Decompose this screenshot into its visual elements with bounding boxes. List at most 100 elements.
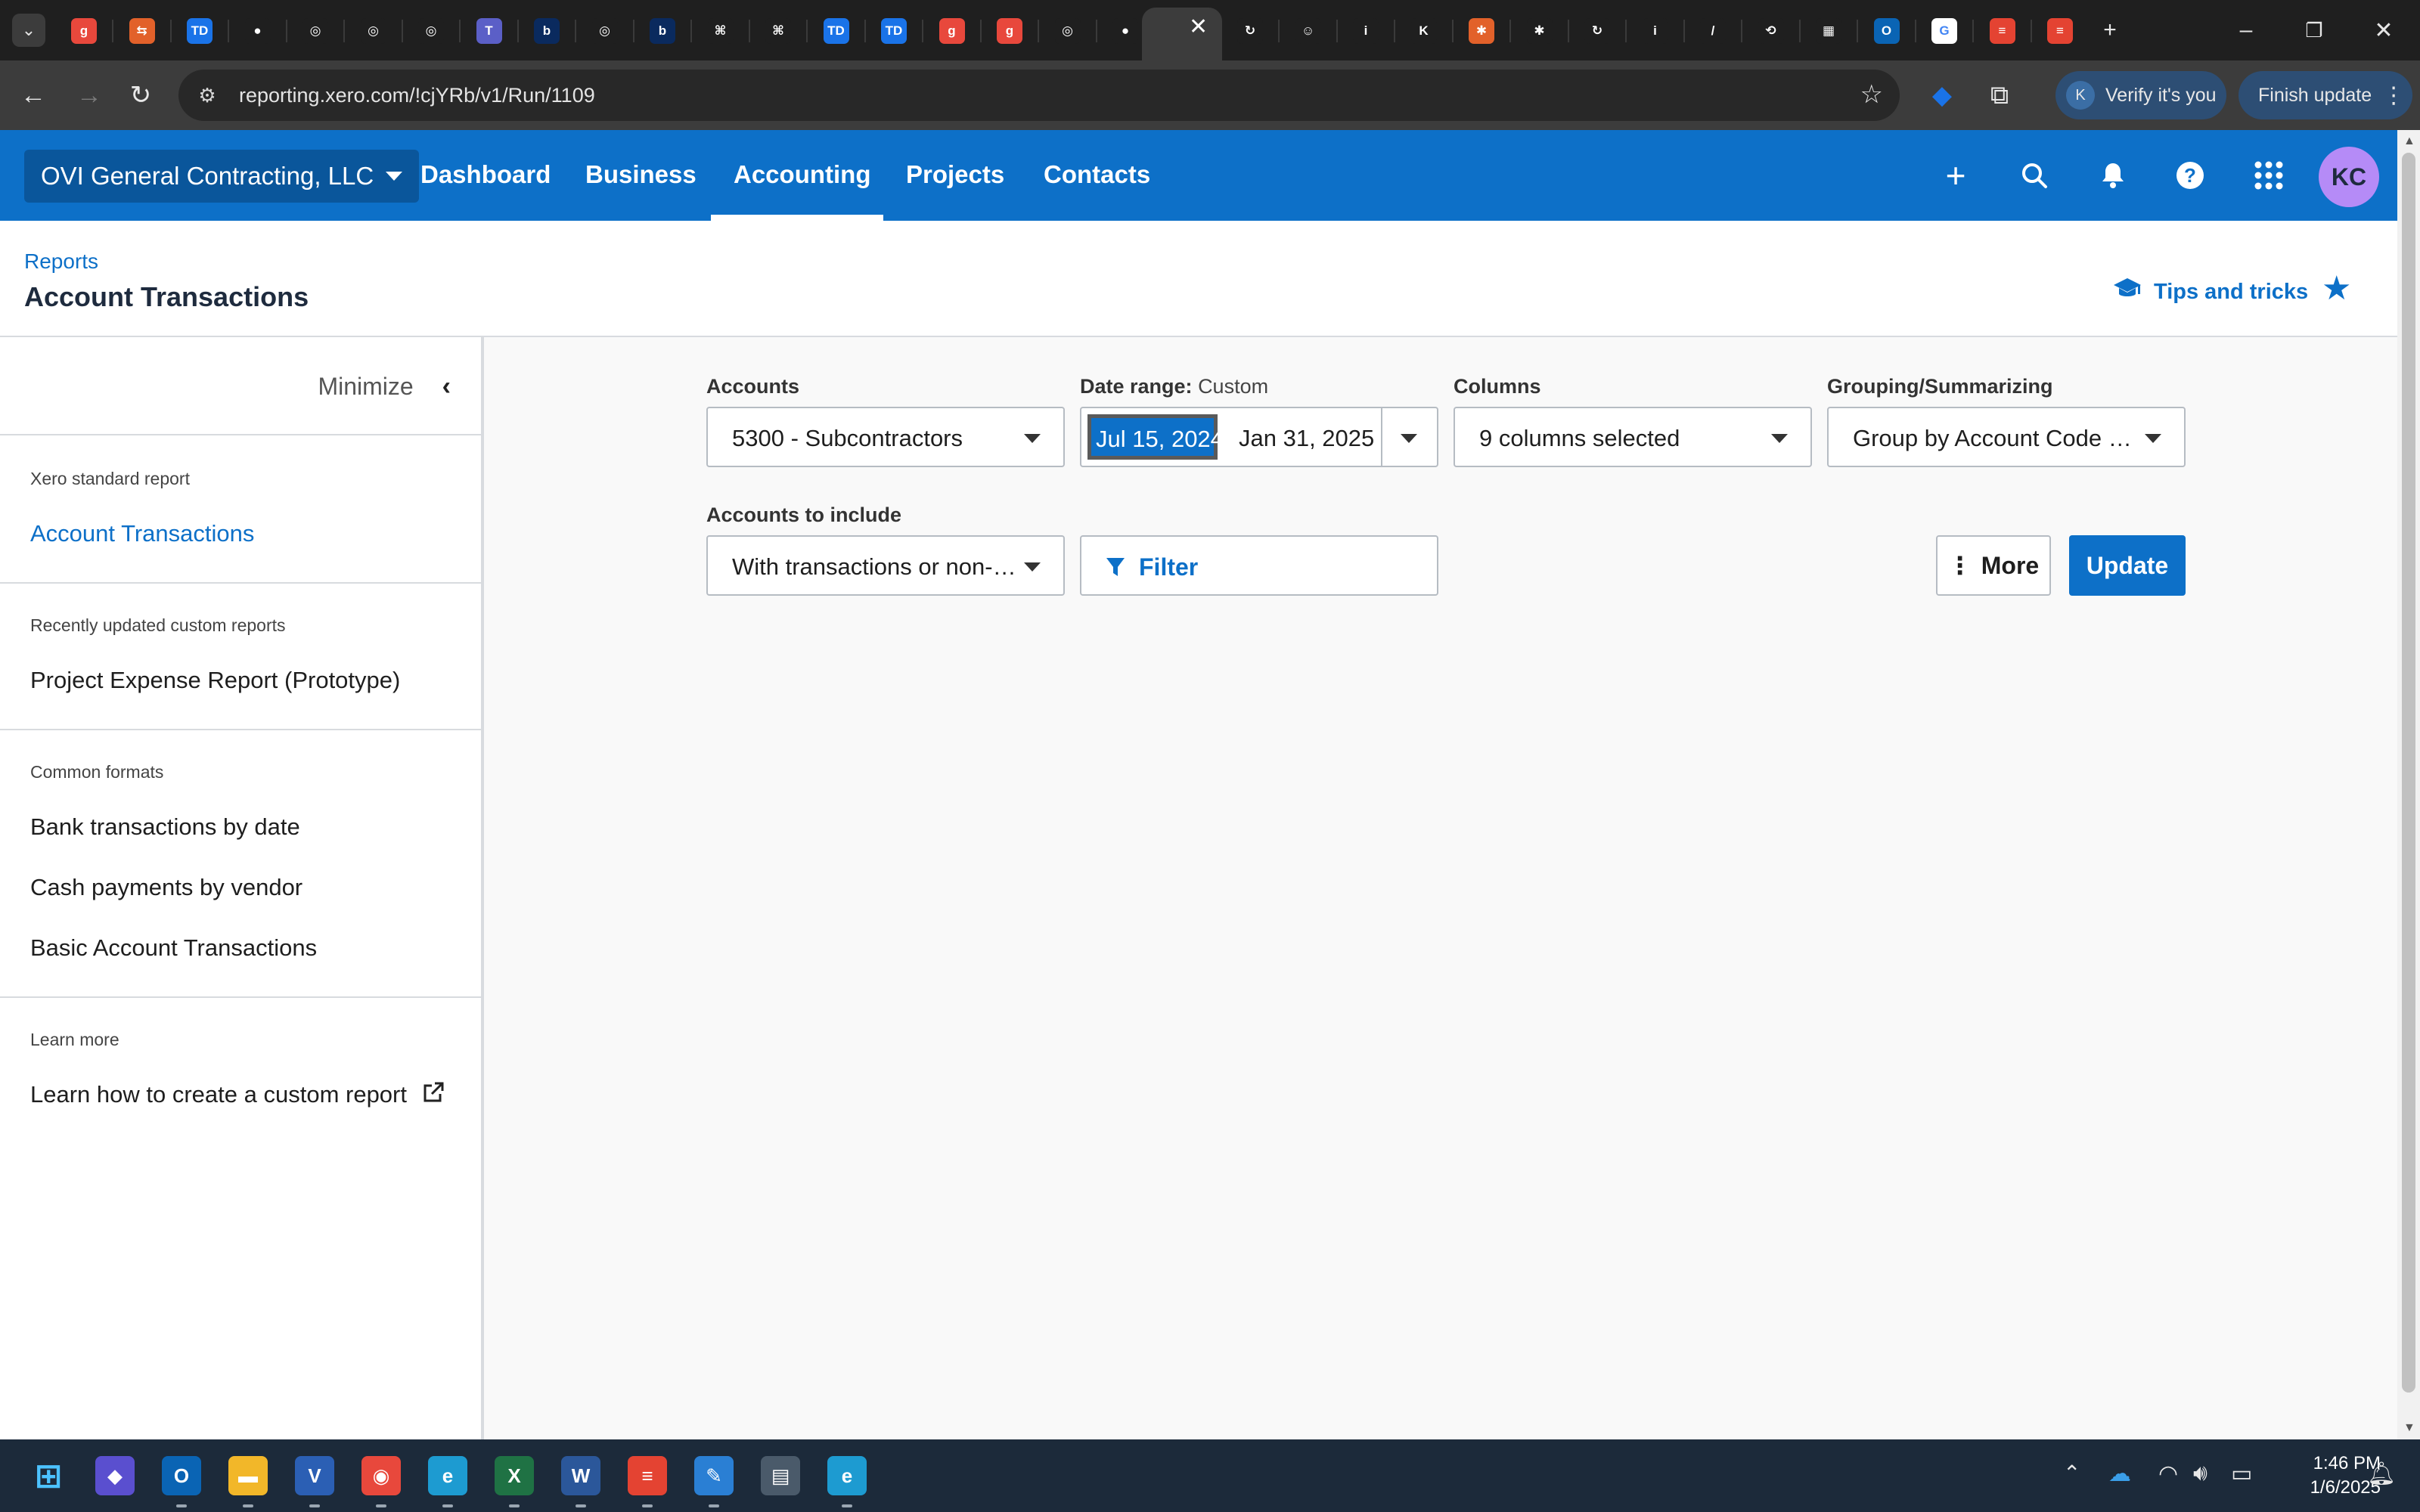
breadcrumb-reports[interactable]: Reports xyxy=(24,249,98,274)
more-menu-icon[interactable]: ⋮ xyxy=(2382,82,2405,109)
external-link-icon[interactable] xyxy=(422,1081,445,1108)
reload-icon[interactable]: ↻ xyxy=(123,77,159,113)
todoist-icon[interactable]: ≡ xyxy=(628,1456,667,1495)
td-icon[interactable]: TD xyxy=(187,18,213,44)
more-options-button[interactable]: ⋮ More xyxy=(1936,535,2051,596)
google-icon[interactable]: G xyxy=(1931,18,1957,44)
hubspot-icon[interactable]: ✱ xyxy=(1526,18,1553,44)
grammarly-icon[interactable]: g xyxy=(997,18,1022,44)
grammarly-icon[interactable]: g xyxy=(71,18,97,44)
windows-start-icon[interactable]: ⊞ xyxy=(29,1456,68,1495)
columns-select[interactable]: 9 columns selected xyxy=(1454,407,1812,467)
sync-icon[interactable]: ⟲ xyxy=(1758,18,1784,44)
new-tab-icon[interactable]: + xyxy=(2093,14,2127,47)
nav-dashboard[interactable]: Dashboard xyxy=(420,160,551,189)
favourite-star-icon[interactable]: ★ xyxy=(2322,269,2351,308)
bookmark-star-icon[interactable]: ☆ xyxy=(1860,79,1883,110)
sidebar-item-cash-payments-by-vendor[interactable]: Cash payments by vendor xyxy=(30,874,302,901)
globe-icon[interactable]: ◎ xyxy=(360,18,386,44)
face-icon[interactable]: ☺ xyxy=(1295,18,1321,44)
tab-search-chevron-icon[interactable]: ⌄ xyxy=(12,14,45,47)
address-bar[interactable]: ⚙ reporting.xero.com/!cjYRb/v1/Run/1109 … xyxy=(178,70,1900,121)
nav-projects[interactable]: Projects xyxy=(906,160,1004,189)
date-to-input[interactable]: Jan 31, 2025 xyxy=(1239,425,1374,452)
word-icon[interactable]: W xyxy=(561,1456,600,1495)
update-button[interactable]: Update xyxy=(2069,535,2186,596)
globe-icon[interactable]: ◎ xyxy=(418,18,444,44)
td-icon[interactable]: TD xyxy=(823,18,849,44)
close-tab-icon[interactable]: ✕ xyxy=(1189,14,1208,40)
globe-icon[interactable]: ◎ xyxy=(591,18,618,44)
filter-button[interactable]: Filter xyxy=(1080,535,1438,596)
restore-window-icon[interactable]: ❐ xyxy=(2297,14,2331,47)
nav-contacts[interactable]: Contacts xyxy=(1044,160,1150,189)
add-new-icon[interactable]: + xyxy=(1936,156,1975,195)
notification-bell-icon[interactable]: 🔔︎ xyxy=(2367,1461,2396,1487)
record-icon[interactable]: ● xyxy=(244,18,271,44)
b-icon[interactable]: b xyxy=(650,18,675,44)
snipping-tool-icon[interactable]: ✎ xyxy=(694,1456,734,1495)
info-icon[interactable]: i xyxy=(1642,18,1668,44)
tips-and-tricks-button[interactable]: Tips and tricks xyxy=(2113,277,2308,307)
scroll-down-icon[interactable]: ▼ xyxy=(2403,1421,2415,1435)
app-launcher-grid-icon[interactable] xyxy=(2249,156,2288,195)
accounts-to-include-select[interactable]: With transactions or non-… xyxy=(706,535,1065,596)
finish-update-button[interactable]: Finish update ⋮ xyxy=(2238,71,2412,119)
copilot-icon[interactable]: ◆ xyxy=(95,1456,135,1495)
todoist-icon[interactable]: ≡ xyxy=(2047,18,2073,44)
nav-business[interactable]: Business xyxy=(585,160,697,189)
leaf-icon[interactable]: / xyxy=(1700,18,1726,44)
info-icon[interactable]: i xyxy=(1353,18,1379,44)
teams-icon[interactable]: T xyxy=(476,18,502,44)
edge-icon[interactable]: e xyxy=(428,1456,467,1495)
wifi-icon[interactable]: ◠ xyxy=(2158,1461,2178,1487)
search-icon[interactable] xyxy=(2015,156,2054,195)
close-window-icon[interactable]: ✕ xyxy=(2367,14,2400,47)
outlook-icon[interactable]: O xyxy=(1873,18,1900,44)
dev-icon[interactable]: ⇆ xyxy=(129,18,155,44)
help-icon[interactable]: ? xyxy=(2170,156,2210,195)
b-icon[interactable]: b xyxy=(534,18,560,44)
accounts-select[interactable]: 5300 - Subcontractors xyxy=(706,407,1065,467)
organisation-switcher[interactable]: OVI General Contracting, LLC xyxy=(24,150,420,203)
site-info-icon[interactable]: ⚙ xyxy=(192,80,222,110)
globe-icon[interactable]: ◎ xyxy=(1054,18,1081,44)
grouping-select[interactable]: Group by Account Code … xyxy=(1827,407,2186,467)
page-scrollbar[interactable]: ▲ ▼ xyxy=(2397,130,2420,1439)
user-avatar[interactable]: KC xyxy=(2319,147,2379,207)
hubspot-icon[interactable]: ✱ xyxy=(1469,18,1494,44)
swirl-icon[interactable]: ↻ xyxy=(1237,18,1263,44)
scrollbar-thumb[interactable] xyxy=(2402,153,2415,1393)
extensions-icon[interactable]: ⧉ xyxy=(1981,77,2018,113)
sidebar-item-basic-account-transactions[interactable]: Basic Account Transactions xyxy=(30,934,317,962)
microsoft-icon[interactable]: ▦ xyxy=(1816,18,1841,44)
sidebar-item-bank-transactions-by-date[interactable]: Bank transactions by date xyxy=(30,813,300,841)
record-icon[interactable]: ● xyxy=(1112,18,1138,44)
swirl-icon[interactable]: ↻ xyxy=(1584,18,1610,44)
globe-icon[interactable]: ◎ xyxy=(302,18,328,44)
battery-icon[interactable]: ▭ xyxy=(2231,1461,2252,1487)
notifications-bell-icon[interactable] xyxy=(2093,156,2133,195)
sidebar-item-learn-custom-report[interactable]: Learn how to create a custom report xyxy=(30,1081,407,1108)
outlook-icon[interactable]: O xyxy=(162,1456,201,1495)
sidebar-item-account-transactions[interactable]: Account Transactions xyxy=(30,520,254,547)
grid-app-icon[interactable]: ⌘ xyxy=(765,18,791,44)
excel-icon[interactable]: X xyxy=(495,1456,534,1495)
sidebar-item-project-expense-report[interactable]: Project Expense Report (Prototype) xyxy=(30,667,400,694)
system-clock[interactable]: 1:46 PM 1/6/2025 xyxy=(2275,1452,2381,1500)
edge-dev-icon[interactable]: e xyxy=(827,1456,867,1495)
td-icon[interactable]: TD xyxy=(881,18,907,44)
file-explorer-icon[interactable]: ▬ xyxy=(228,1456,268,1495)
grammarly-icon[interactable]: g xyxy=(939,18,965,44)
forward-icon[interactable]: → xyxy=(71,77,107,113)
k-icon[interactable]: K xyxy=(1410,18,1437,44)
date-from-input[interactable]: Jul 15, 2024 xyxy=(1087,414,1224,460)
minimize-window-icon[interactable]: – xyxy=(2229,14,2263,47)
chrome-icon[interactable]: ◉ xyxy=(361,1456,401,1495)
todoist-icon[interactable]: ≡ xyxy=(1989,18,2015,44)
password-manager-icon[interactable]: ◆ xyxy=(1924,77,1960,113)
date-range-caret-icon[interactable] xyxy=(1401,434,1417,443)
show-hidden-icons-chevron-icon[interactable]: ⌃ xyxy=(2063,1461,2080,1486)
nav-accounting[interactable]: Accounting xyxy=(734,160,870,189)
calculator-icon[interactable]: ▤ xyxy=(761,1456,800,1495)
